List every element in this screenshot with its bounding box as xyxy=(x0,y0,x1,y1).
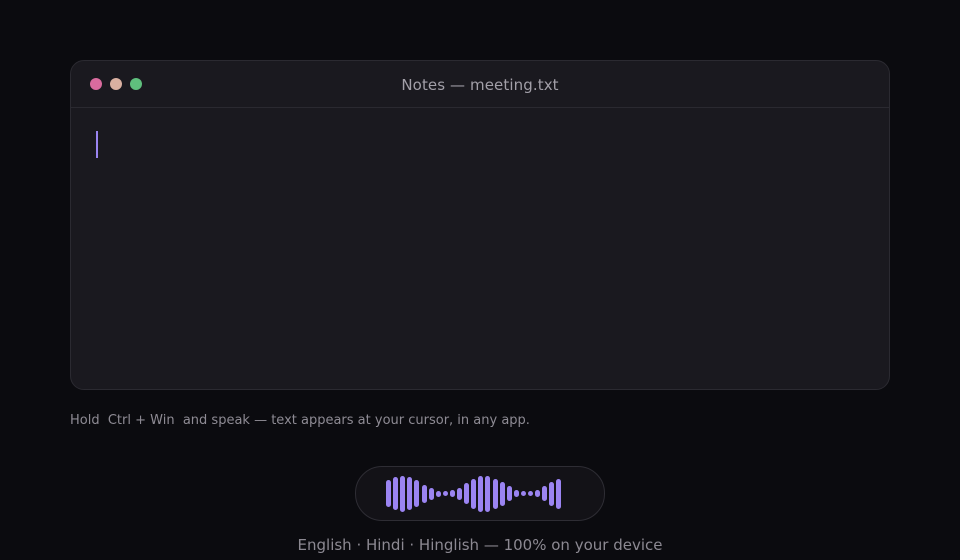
waveform-bar xyxy=(386,480,391,507)
window-title: Notes — meeting.txt xyxy=(401,76,559,94)
voice-waveform-pill xyxy=(355,466,605,521)
waveform-bar xyxy=(471,478,477,509)
waveform-bar xyxy=(556,478,562,509)
waveform-bar xyxy=(435,490,441,497)
waveform-bar xyxy=(535,489,541,498)
window-titlebar[interactable]: Notes — meeting.txt xyxy=(71,61,889,108)
waveform-bar xyxy=(414,480,420,507)
waveform-bar xyxy=(478,475,484,512)
waveform-bar xyxy=(513,489,519,498)
waveform-bar xyxy=(407,477,413,510)
waveform-bar xyxy=(528,491,533,496)
waveform-bar xyxy=(520,491,526,496)
waveform-bar xyxy=(449,489,455,498)
waveform-bar xyxy=(464,483,470,504)
waveform-bar xyxy=(400,475,406,512)
waveform-bar xyxy=(499,481,505,506)
waveform-bar xyxy=(542,486,548,501)
text-cursor xyxy=(96,131,98,158)
waveform-bar xyxy=(549,481,555,506)
text-editor[interactable] xyxy=(71,108,889,388)
language-footer: English · Hindi · Hinglish — 100% on you… xyxy=(297,536,663,554)
audio-waveform xyxy=(356,467,604,520)
waveform-bar xyxy=(492,478,498,509)
waveform-bar xyxy=(442,491,448,496)
waveform-bar xyxy=(506,486,512,501)
waveform-bar xyxy=(421,484,427,503)
waveform-bar xyxy=(393,477,399,510)
shortcut-hint: Hold Ctrl + Win and speak — text appears… xyxy=(70,413,530,428)
waveform-bar xyxy=(485,475,491,512)
waveform-bar xyxy=(457,487,462,500)
notes-window: Notes — meeting.txt xyxy=(70,60,890,390)
waveform-bar xyxy=(428,487,434,500)
